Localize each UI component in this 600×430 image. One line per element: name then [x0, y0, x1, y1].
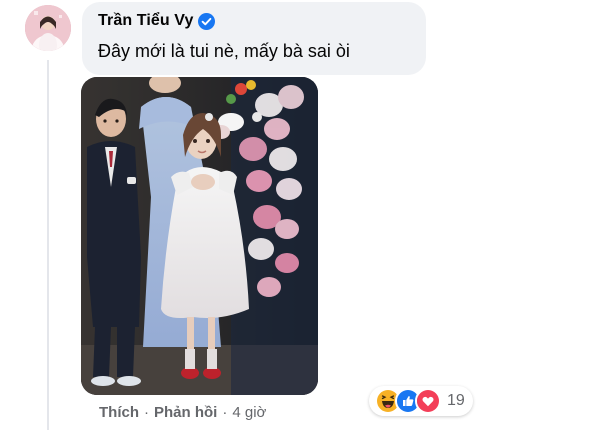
reaction-summary[interactable]: 19	[369, 386, 473, 416]
reaction-count: 19	[447, 392, 465, 409]
comment-actions: Thích · Phản hồi · 4 giờ	[99, 404, 266, 421]
timestamp[interactable]: 4 giờ	[232, 404, 266, 421]
photo-image	[81, 77, 318, 395]
author-name[interactable]: Trần Tiểu Vy	[98, 12, 193, 30]
reply-action[interactable]: Phản hồi	[154, 404, 217, 421]
love-icon	[415, 388, 441, 414]
avatar-image	[25, 5, 71, 51]
thread-line	[47, 60, 49, 430]
separator-dot: ·	[222, 404, 228, 421]
comment-text: Đây mới là tui nè, mấy bà sai òi	[98, 41, 350, 61]
separator-dot: ·	[144, 404, 149, 421]
author-row: Trần Tiểu Vy	[98, 12, 216, 30]
comment-photo[interactable]	[81, 77, 318, 395]
avatar[interactable]	[25, 5, 71, 51]
verified-badge-icon	[198, 12, 216, 30]
comment-bubble: Trần Tiểu Vy Đây mới là tui nè, mấy bà s…	[82, 2, 426, 75]
like-action[interactable]: Thích	[99, 404, 139, 421]
